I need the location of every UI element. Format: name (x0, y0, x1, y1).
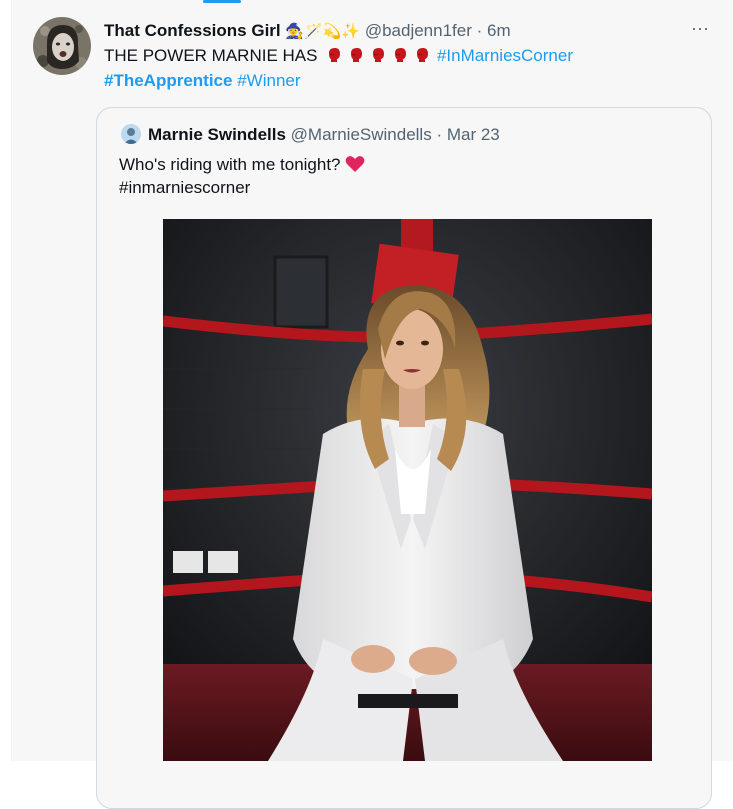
tweet-text: THE POWER MARNIE HAS (104, 46, 318, 65)
quote-text-line-2: #inmarniescorner (119, 176, 250, 200)
timestamp[interactable]: 6m (487, 21, 511, 40)
hashtag-link[interactable]: #InMarniesCorner (437, 46, 573, 65)
boxing-glove-icon (417, 48, 429, 62)
boxing-glove-icon (395, 48, 407, 62)
quote-text: Who's riding with me tonight? (119, 155, 341, 174)
tweet-header: That Confessions Girl 🧙‍♀️🪄💫✨ @badjenn1f… (104, 20, 511, 43)
boxing-glove-icon (329, 48, 341, 62)
more-horizontal-icon[interactable]: ··· (688, 19, 712, 41)
quote-avatar-image (121, 124, 141, 144)
name-emojis: 🧙‍♀️🪄💫✨ (285, 23, 361, 40)
quote-text-line-1: Who's riding with me tonight? (119, 152, 365, 177)
tweet-text-line-1: THE POWER MARNIE HAS #InMarniesCorner (104, 44, 573, 68)
quote-date[interactable]: Mar 23 (447, 125, 500, 144)
separator-dot: · (436, 125, 443, 144)
tab-indicator (203, 0, 241, 3)
quote-hashtag[interactable]: #inmarniescorner (119, 178, 250, 197)
tweet-text-line-2: #TheApprentice #Winner (104, 69, 301, 93)
hashtag-link[interactable]: #TheApprentice (104, 71, 232, 90)
separator-dot: · (476, 21, 483, 40)
boxing-ring-photo (163, 219, 652, 761)
boxing-glove-icon (373, 48, 385, 62)
quote-avatar[interactable] (121, 124, 141, 144)
avatar[interactable] (33, 17, 91, 75)
quote-header: Marnie Swindells @MarnieSwindells · Mar … (148, 124, 500, 146)
hashtag-link[interactable]: #Winner (237, 71, 300, 90)
boxing-glove-icon (351, 48, 363, 62)
quote-user-handle[interactable]: @MarnieSwindells (291, 125, 432, 144)
avatar-image (33, 17, 91, 75)
user-handle[interactable]: @badjenn1fer (365, 21, 472, 40)
quote-photo[interactable] (163, 219, 652, 761)
display-name[interactable]: That Confessions Girl (104, 21, 281, 40)
quote-display-name[interactable]: Marnie Swindells (148, 125, 286, 144)
red-heart-icon (345, 156, 364, 172)
